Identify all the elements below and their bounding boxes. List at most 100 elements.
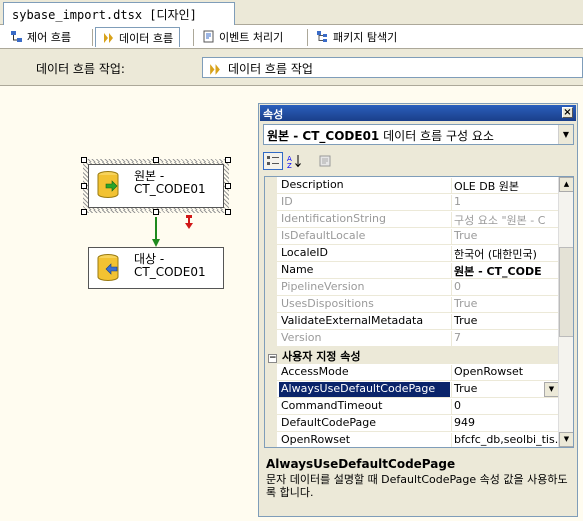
- property-value: True: [451, 229, 559, 244]
- property-row[interactable]: LocaleID 한국어 (대한민국): [265, 245, 559, 262]
- property-row[interactable]: ValidateExternalMetadata True: [265, 313, 559, 330]
- property-value: 구성 요소 "원본 - C: [451, 212, 559, 227]
- property-row[interactable]: IsDefaultLocale True: [265, 228, 559, 245]
- property-row[interactable]: OpenRowset bfcfc_db,seolbi_tis.: [265, 432, 559, 447]
- property-value[interactable]: 원본 - CT_CODE: [451, 263, 559, 278]
- properties-toolbar: AZ: [263, 150, 575, 174]
- tab-divider: [307, 29, 308, 46]
- property-row[interactable]: Version 7: [265, 330, 559, 347]
- property-value[interactable]: 한국어 (대한민국): [451, 246, 559, 261]
- chevron-down-icon[interactable]: ▼: [558, 125, 573, 144]
- tab-label: 패키지 탐색기: [333, 31, 398, 44]
- package-explorer-icon: [317, 31, 327, 42]
- property-row[interactable]: UsesDispositions True: [265, 296, 559, 313]
- row-gutter: [265, 211, 277, 228]
- row-gutter: [265, 398, 277, 415]
- tab-label: 제어 흐름: [27, 31, 71, 44]
- property-name: DefaultCodePage: [281, 416, 376, 429]
- data-flow-icon: [210, 64, 220, 75]
- property-row[interactable]: CommandTimeout 0: [265, 398, 559, 415]
- destination-component[interactable]: 대상 - CT_CODE01: [88, 247, 224, 289]
- property-value[interactable]: 949: [451, 416, 559, 431]
- source-component[interactable]: 원본 - CT_CODE01: [88, 164, 224, 208]
- property-value[interactable]: OpenRowset: [451, 365, 559, 380]
- document-tabstrip: sybase_import.dtsx [디자인]: [0, 0, 583, 25]
- error-path-arrow[interactable]: [185, 215, 193, 229]
- control-flow-icon: [11, 31, 22, 42]
- properties-title: 속성 ×: [260, 105, 576, 121]
- success-path-arrow[interactable]: [152, 217, 160, 247]
- object-name: 원본 - CT_CODE01: [267, 129, 380, 143]
- property-row[interactable]: ID 1: [265, 194, 559, 211]
- document-tab[interactable]: sybase_import.dtsx [디자인]: [3, 2, 235, 25]
- row-gutter: [265, 381, 277, 398]
- row-gutter: [265, 194, 277, 211]
- designer-tabs: 제어 흐름 데이터 흐름 이벤트 처리기 패키지 탐색기: [0, 25, 583, 49]
- row-gutter: [265, 330, 277, 347]
- tab-control-flow[interactable]: 제어 흐름: [4, 27, 77, 47]
- category-custom-properties[interactable]: − 사용자 지정 속성: [265, 347, 559, 364]
- property-name: AlwaysUseDefaultCodePage: [279, 382, 450, 397]
- property-value[interactable]: True: [451, 314, 559, 329]
- property-value[interactable]: 0: [451, 399, 559, 414]
- property-grid-scrollbar[interactable]: ▲ ▼: [558, 177, 573, 447]
- categorized-button[interactable]: [263, 152, 283, 170]
- scroll-up-icon[interactable]: ▲: [559, 177, 573, 192]
- resize-handle[interactable]: [225, 209, 231, 215]
- resize-handle[interactable]: [225, 157, 231, 163]
- property-pages-button[interactable]: [315, 152, 335, 170]
- property-value: 7: [451, 331, 559, 346]
- object-selector[interactable]: 원본 - CT_CODE01 데이터 흐름 구성 요소 ▼: [263, 124, 574, 145]
- row-gutter: [265, 228, 277, 245]
- property-value: True: [451, 297, 559, 312]
- resize-handle[interactable]: [225, 183, 231, 189]
- property-row[interactable]: Name 원본 - CT_CODE: [265, 262, 559, 279]
- task-selector-bar: 데이터 흐름 작업: 데이터 흐름 작업: [0, 49, 583, 86]
- alphabetical-button[interactable]: AZ: [285, 152, 305, 170]
- property-row[interactable]: DefaultCodePage 949: [265, 415, 559, 432]
- resize-handle[interactable]: [81, 157, 87, 163]
- categorized-icon: [267, 156, 279, 165]
- tab-event-handlers[interactable]: 이벤트 처리기: [196, 27, 289, 47]
- data-paths: [152, 215, 193, 247]
- row-gutter: [265, 415, 277, 432]
- collapse-toggle-icon[interactable]: −: [268, 354, 277, 363]
- property-row[interactable]: Description OLE DB 원본: [265, 177, 559, 194]
- property-name: ID: [281, 195, 293, 208]
- property-value[interactable]: OLE DB 원본: [451, 178, 559, 193]
- property-row-selected[interactable]: AlwaysUseDefaultCodePage True ▼: [265, 381, 559, 398]
- description-title: AlwaysUseDefaultCodePage: [266, 457, 456, 471]
- resize-handle[interactable]: [153, 157, 159, 163]
- tab-package-explorer[interactable]: 패키지 탐색기: [310, 27, 403, 47]
- object-type: 데이터 흐름 구성 요소: [383, 129, 494, 143]
- event-handler-icon: [203, 30, 214, 43]
- property-row[interactable]: AccessMode OpenRowset: [265, 364, 559, 381]
- row-gutter: [265, 177, 277, 194]
- scroll-down-icon[interactable]: ▼: [559, 432, 573, 447]
- resize-handle[interactable]: [81, 209, 87, 215]
- resize-handle[interactable]: [81, 183, 87, 189]
- property-value: 0: [451, 280, 559, 295]
- property-row[interactable]: IdentificationString 구성 요소 "원본 - C: [265, 211, 559, 228]
- row-gutter: [265, 313, 277, 330]
- chevron-down-icon[interactable]: ▼: [544, 382, 559, 397]
- close-icon[interactable]: ×: [562, 107, 573, 118]
- ole-db-source-icon: [97, 171, 119, 198]
- property-name: LocaleID: [281, 246, 328, 259]
- property-name: UsesDispositions: [281, 297, 374, 310]
- scroll-thumb[interactable]: [559, 247, 573, 337]
- property-value[interactable]: True: [451, 382, 559, 397]
- tab-divider: [92, 29, 93, 46]
- tab-data-flow[interactable]: 데이터 흐름: [95, 27, 181, 47]
- property-pages-icon: [319, 155, 331, 167]
- tab-label: 이벤트 처리기: [219, 31, 284, 44]
- task-select-value: 데이터 흐름 작업: [228, 62, 313, 76]
- property-row[interactable]: PipelineVersion 0: [265, 279, 559, 296]
- row-gutter: [265, 364, 277, 381]
- properties-window: 속성 × 원본 - CT_CODE01 데이터 흐름 구성 요소 ▼ AZ De…: [258, 103, 578, 517]
- property-name: AccessMode: [281, 365, 349, 378]
- data-flow-task-select[interactable]: 데이터 흐름 작업: [202, 57, 583, 78]
- property-value[interactable]: bfcfc_db,seolbi_tis.: [451, 433, 559, 447]
- property-name: Version: [281, 331, 322, 344]
- property-name: OpenRowset: [281, 433, 351, 446]
